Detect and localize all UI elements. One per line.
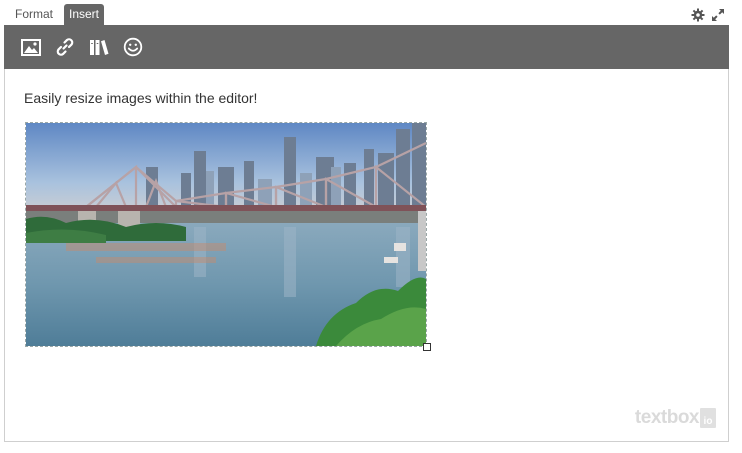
- brand-logo: textbox io: [635, 407, 716, 429]
- menu-tabs: Format Insert: [4, 4, 729, 25]
- tab-format[interactable]: Format: [10, 4, 58, 25]
- window-actions: [691, 7, 725, 23]
- city-bridge-photo: [26, 123, 426, 346]
- logo-suffix: io: [700, 408, 716, 428]
- link-icon: [55, 37, 75, 57]
- insert-library-button[interactable]: [82, 32, 116, 62]
- editor-content[interactable]: Easily resize images within the editor!: [4, 69, 729, 442]
- editor-app: Format Insert Easily resize images withi…: [0, 0, 742, 453]
- gear-icon[interactable]: [691, 8, 705, 22]
- insert-image-button[interactable]: [14, 32, 48, 62]
- editor-paragraph[interactable]: Easily resize images within the editor!: [24, 90, 257, 106]
- insert-link-button[interactable]: [48, 32, 82, 62]
- insert-emoji-button[interactable]: [116, 32, 150, 62]
- tab-insert[interactable]: Insert: [64, 4, 105, 25]
- image-resize-handle[interactable]: [423, 343, 431, 351]
- library-icon: [89, 38, 109, 56]
- expand-icon[interactable]: [711, 8, 725, 22]
- resizable-image[interactable]: [25, 122, 431, 351]
- logo-text: textbox: [634, 407, 700, 428]
- image-icon: [21, 38, 41, 56]
- insert-toolbar: [4, 25, 729, 69]
- emoji-icon: [123, 37, 143, 57]
